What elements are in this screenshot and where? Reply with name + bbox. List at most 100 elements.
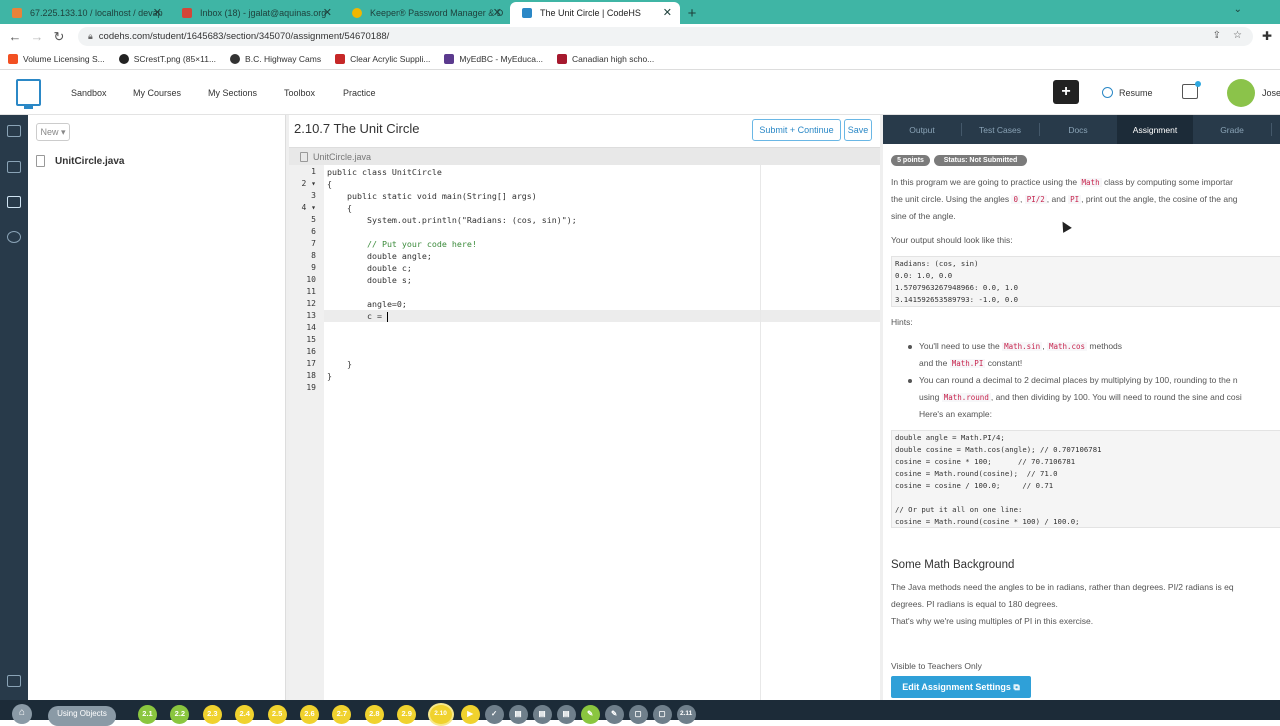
create-plus-button[interactable]: +: [1053, 80, 1079, 104]
lesson-step-button[interactable]: 2.8: [364, 705, 384, 724]
myedbc-icon: [444, 54, 455, 64]
lesson-name-button[interactable]: Using Objects: [48, 706, 116, 726]
bookmark-star-icon[interactable]: ☆: [1233, 30, 1242, 41]
browser-tab[interactable]: 67.225.133.10 / localhost / devap ✕: [0, 2, 170, 24]
bookmark[interactable]: SCrestT.png (85×11...: [118, 54, 216, 64]
bookmark[interactable]: Volume Licensing S...: [8, 54, 105, 64]
lesson-progress-bar: ⌂ Using Objects 2.1 2.2 2.3 2.4 2.5 2.6 2.7 2.8…: [0, 700, 1280, 726]
globe-icon: [118, 54, 129, 64]
lesson-step-button[interactable]: 2.5: [267, 705, 287, 724]
play-circle-icon: [1102, 87, 1113, 98]
resume-button[interactable]: Resume: [1102, 87, 1153, 98]
bookmark[interactable]: Clear Acrylic Suppli...: [335, 54, 430, 64]
lesson-step-button[interactable]: 2.7: [332, 705, 352, 724]
nav-toolbox[interactable]: Toolbox: [284, 88, 315, 98]
code-editor[interactable]: public class UnitCircle{ public static v…: [324, 165, 881, 700]
code-line[interactable]: {: [327, 202, 352, 214]
code-line[interactable]: // Put your code here!: [327, 238, 477, 250]
code-line[interactable]: }: [327, 358, 352, 370]
line-number: 2 ▾: [301, 179, 316, 188]
phpmyadmin-favicon-icon: [12, 8, 22, 18]
schedule-icon[interactable]: [7, 161, 21, 173]
lesson-step-button[interactable]: ▤: [532, 705, 552, 724]
lesson-step-button[interactable]: 2.6: [300, 705, 319, 724]
home-icon[interactable]: ⌂: [12, 704, 32, 724]
map-icon[interactable]: [7, 125, 21, 137]
lesson-step-button[interactable]: 2.2: [170, 705, 190, 724]
lesson-step-button[interactable]: 2.9: [397, 705, 417, 724]
lesson-step-button[interactable]: ✎: [604, 705, 624, 724]
browser-tab[interactable]: Inbox (18) - jgalat@aquinas.org ✕: [170, 2, 340, 24]
codehs-logo-icon[interactable]: [16, 79, 41, 109]
lesson-step-button[interactable]: ▶: [460, 705, 480, 724]
code-line[interactable]: c =: [327, 310, 388, 322]
lesson-step-button[interactable]: ✓: [484, 705, 504, 724]
lesson-step-button[interactable]: ✎: [580, 705, 600, 724]
browser-tab[interactable]: Keeper® Password Manager & D ✕: [340, 2, 510, 24]
lesson-step-button[interactable]: ▢: [628, 705, 648, 724]
nav-sandbox[interactable]: Sandbox: [71, 88, 107, 98]
grid-icon[interactable]: [7, 675, 21, 687]
code-line[interactable]: double angle;: [327, 250, 432, 262]
editor-tab-bar: UnitCircle.java: [289, 147, 881, 165]
user-name[interactable]: Jose: [1262, 88, 1280, 98]
file-item[interactable]: UnitCircle.java: [36, 155, 124, 167]
tab-output[interactable]: Output: [883, 115, 961, 144]
bookmark[interactable]: B.C. Highway Cams: [230, 54, 321, 64]
code-line[interactable]: System.out.println("Radians: (cos, sin)"…: [327, 214, 577, 226]
browser-tab-strip: 67.225.133.10 / localhost / devap ✕ Inbox…: [0, 0, 1280, 24]
close-tab-icon[interactable]: ✕: [323, 6, 332, 19]
avatar[interactable]: [1227, 79, 1255, 107]
bookmark[interactable]: MyEdBC - MyEduca...: [444, 54, 543, 64]
forward-icon[interactable]: →: [26, 29, 48, 44]
codehs-favicon-icon: [522, 8, 532, 18]
close-tab-icon[interactable]: ✕: [153, 6, 162, 19]
nav-my-sections[interactable]: My Sections: [208, 88, 257, 98]
tab-assignment[interactable]: Assignment: [1117, 115, 1193, 144]
submit-continue-button[interactable]: Submit + Continue: [752, 119, 841, 141]
share-icon[interactable]: ⇪: [1213, 30, 1221, 41]
gear-icon[interactable]: [7, 231, 21, 243]
tab-docs[interactable]: Docs: [1039, 115, 1117, 144]
code-line[interactable]: }: [327, 370, 332, 382]
edit-assignment-settings-button[interactable]: Edit Assignment Settings ⧉: [891, 676, 1031, 698]
reload-icon[interactable]: ↻: [48, 29, 70, 45]
new-tab-button[interactable]: +: [680, 2, 704, 24]
lesson-step-button[interactable]: 2.3: [202, 705, 222, 724]
code-icon[interactable]: [7, 196, 21, 208]
lesson-step-button[interactable]: ▢: [652, 705, 672, 724]
line-number: 5: [311, 215, 316, 224]
code-line[interactable]: {: [327, 178, 332, 190]
code-line[interactable]: angle=0;: [327, 298, 407, 310]
lesson-step-button[interactable]: ▤: [556, 705, 576, 724]
lesson-step-button[interactable]: 2.1: [138, 705, 157, 724]
line-number: 16: [306, 347, 316, 356]
close-tab-icon[interactable]: ✕: [493, 6, 502, 19]
code-line[interactable]: double s;: [327, 274, 412, 286]
nav-practice[interactable]: Practice: [343, 88, 376, 98]
save-button[interactable]: Save: [844, 119, 872, 141]
code-line[interactable]: double c;: [327, 262, 412, 274]
tab-test-cases[interactable]: Test Cases: [961, 115, 1039, 144]
url-bar[interactable]: 🔒︎ codehs.com/student/1645683/section/345…: [78, 27, 1253, 46]
back-icon[interactable]: ←: [4, 29, 26, 44]
editor-tab[interactable]: UnitCircle.java: [291, 148, 379, 166]
tab-grade[interactable]: Grade: [1193, 115, 1271, 144]
extensions-icon[interactable]: ✚: [1262, 29, 1272, 43]
text-cursor: [386, 311, 388, 322]
line-number: 6: [311, 227, 316, 236]
editor-pane: 2.10.7 The Unit Circle Submit + Continue…: [289, 115, 881, 700]
tab-search-icon[interactable]: ⌄: [1234, 4, 1242, 15]
new-file-button[interactable]: New ▾: [36, 123, 70, 141]
lesson-step-button[interactable]: 2.4: [235, 705, 255, 724]
bookmark[interactable]: Canadian high scho...: [557, 54, 654, 64]
lesson-step-button[interactable]: ▤: [508, 705, 528, 724]
close-tab-icon[interactable]: ✕: [663, 6, 672, 19]
lesson-step-button[interactable]: 2.11: [676, 705, 696, 724]
nav-my-courses[interactable]: My Courses: [133, 88, 181, 98]
code-line[interactable]: public class UnitCircle: [327, 166, 442, 178]
microsoft-icon: [8, 54, 18, 64]
code-line[interactable]: public static void main(String[] args): [327, 190, 537, 202]
browser-tab-active[interactable]: The Unit Circle | CodeHS ✕: [510, 2, 680, 24]
lesson-step-button[interactable]: 2.10: [429, 705, 452, 724]
